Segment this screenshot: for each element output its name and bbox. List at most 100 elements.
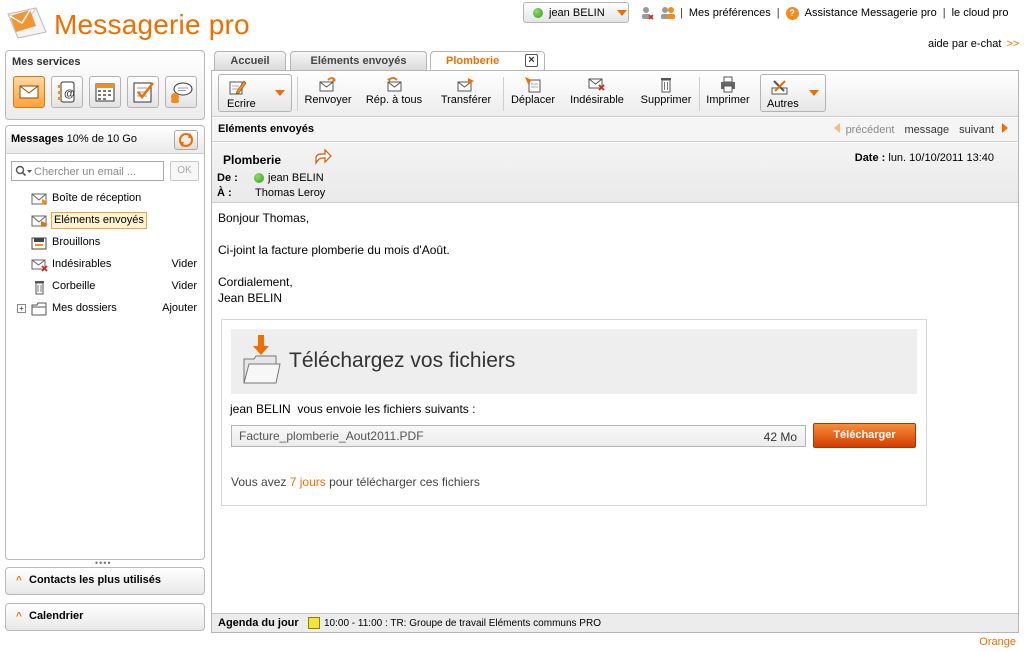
e-chat-link[interactable]: aide par e-chat >>	[928, 38, 1019, 50]
download-button[interactable]: Télécharger	[813, 423, 916, 448]
download-expiry-note: Vous avez 7 jours pour télécharger ces f…	[231, 475, 480, 489]
messages-title: Messages	[11, 133, 64, 145]
empty-trash-link[interactable]: Vider	[172, 280, 197, 292]
folder-drafts[interactable]: Brouillons	[6, 232, 204, 254]
folder-spam[interactable]: Indésirables Vider	[6, 254, 204, 276]
write-label: Ecrire	[227, 98, 256, 110]
agenda-event[interactable]: 10:00 - 11:00 : TR: Groupe de travail El…	[324, 618, 601, 629]
trash-icon	[31, 279, 49, 295]
chat-service-button[interactable]	[165, 76, 197, 108]
contacts-service-button[interactable]: @	[51, 76, 83, 108]
reply-all-button[interactable]: Rép. à tous	[364, 74, 424, 112]
mail-service-button[interactable]	[13, 76, 45, 108]
folder-my-folders[interactable]: + Mes dossiers Ajouter	[6, 298, 204, 320]
support-link[interactable]: Assistance Messagerie pro	[805, 7, 937, 19]
forward-icon	[457, 76, 475, 93]
folder-label: Mes dossiers	[52, 302, 117, 314]
preferences-link[interactable]: Mes préférences	[689, 7, 771, 19]
previous-message-link[interactable]: précédent	[833, 123, 895, 136]
search-field[interactable]	[11, 161, 164, 181]
search-ok-button[interactable]: OK	[170, 161, 199, 181]
chevron-up-icon: ^	[16, 575, 22, 586]
move-label: Déplacer	[510, 94, 556, 106]
move-button[interactable]: Déplacer	[508, 74, 558, 112]
folder-icon	[31, 301, 49, 317]
toolbar-separator	[503, 77, 504, 111]
drafts-icon	[31, 235, 49, 251]
user-status-menu[interactable]: jean BELIN	[523, 2, 629, 23]
app-title: Messagerie pro	[54, 9, 250, 40]
trash-icon	[657, 76, 675, 93]
next-message-link[interactable]: suivant	[959, 123, 1008, 136]
write-button[interactable]: Ecrire	[218, 74, 292, 112]
body-line: Ci-joint la facture plomberie du mois d'…	[218, 243, 450, 257]
tab-sent-items[interactable]: Eléments envoyés	[290, 51, 427, 71]
folder-inbox[interactable]: Boîte de réception	[6, 188, 204, 210]
write-icon	[229, 79, 247, 96]
spam-icon	[31, 257, 49, 273]
message-header: Plomberie De : jean BELIN À : Thomas Ler…	[212, 143, 1018, 203]
folder-label: Corbeille	[52, 280, 96, 292]
double-arrow-icon: >>	[1006, 38, 1020, 50]
expand-icon[interactable]: +	[17, 304, 26, 313]
delete-button[interactable]: Supprimer	[638, 74, 694, 112]
add-folder-link[interactable]: Ajouter	[162, 302, 197, 314]
sent-icon	[31, 213, 49, 229]
message-date: Date : lun. 10/10/2011 13:40	[855, 152, 994, 164]
reply-all-label: Rép. à tous	[365, 94, 423, 106]
tab-home[interactable]: Accueil	[214, 51, 286, 71]
forwarded-icon	[314, 148, 332, 166]
svg-text:@: @	[64, 88, 75, 100]
expiry-days: 7 jours	[289, 475, 326, 489]
tasks-service-button[interactable]	[127, 76, 159, 108]
print-button[interactable]: Imprimer	[704, 74, 752, 112]
contact-remove-icon[interactable]	[640, 6, 654, 20]
date-value: lun. 10/10/2011 13:40	[888, 152, 994, 164]
close-tab-icon[interactable]: ×	[525, 54, 538, 67]
mark-spam-button[interactable]: Indésirable	[568, 74, 626, 112]
refresh-icon	[179, 133, 193, 147]
accordion-label: Contacts les plus utilisés	[29, 574, 162, 586]
file-download-card: Téléchargez vos fichiers jean BELIN vous…	[221, 319, 927, 506]
download-folder-icon	[242, 333, 282, 389]
resend-button[interactable]: Renvoyer	[302, 74, 354, 112]
previous-label: précédent	[845, 124, 895, 136]
messages-header: Messages 10% de 10 Go	[6, 126, 204, 154]
chevron-up-icon: ^	[16, 611, 22, 622]
contacts-group-icon[interactable]	[660, 6, 675, 20]
expiry-prefix: Vous avez	[231, 475, 290, 489]
accordion-frequent-contacts[interactable]: ^ Contacts les plus utilisés	[5, 567, 205, 595]
arrow-left-icon	[833, 123, 840, 133]
folder-trash[interactable]: Corbeille Vider	[6, 276, 204, 298]
message-body: Bonjour Thomas, Ci-joint la facture plom…	[218, 210, 450, 306]
search-input[interactable]	[34, 164, 162, 179]
message-view: Ecrire Renvoyer Rép. à tous Transférer D…	[211, 70, 1019, 633]
forward-button[interactable]: Transférer	[436, 74, 496, 112]
toolbar-separator	[297, 77, 298, 111]
calendar-service-button[interactable]	[89, 76, 121, 108]
next-label: suivant	[959, 124, 994, 136]
accordion-calendar[interactable]: ^ Calendrier	[5, 603, 205, 631]
sender[interactable]: jean BELIN	[254, 172, 324, 184]
tasks-icon	[133, 82, 154, 103]
recipient[interactable]: Thomas Leroy	[255, 187, 325, 199]
folder-sent[interactable]: Eléments envoyés	[6, 210, 204, 232]
accordion-label: Calendrier	[29, 610, 84, 622]
cloud-link[interactable]: le cloud pro	[952, 7, 1009, 19]
folder-label: Brouillons	[52, 236, 101, 248]
refresh-button[interactable]	[174, 130, 198, 150]
expiry-suffix: pour télécharger ces fichiers	[325, 475, 480, 489]
spam-label: Indésirable	[570, 94, 624, 106]
sender-name: jean BELIN	[268, 172, 324, 184]
more-actions-button[interactable]: Autres	[760, 74, 826, 112]
tools-icon	[771, 79, 789, 96]
date-label: Date :	[854, 152, 886, 164]
folder-label: Indésirables	[52, 258, 112, 270]
panel-resize-grip[interactable]: ••••	[95, 559, 112, 568]
daily-agenda-bar: Agenda du jour 10:00 - 11:00 : TR: Group…	[212, 613, 1018, 632]
online-status-icon	[533, 7, 543, 18]
online-status-icon	[254, 173, 264, 183]
empty-spam-link[interactable]: Vider	[172, 258, 197, 270]
delete-label: Supprimer	[640, 94, 692, 106]
footer-brand-link[interactable]: Orange	[979, 636, 1016, 648]
